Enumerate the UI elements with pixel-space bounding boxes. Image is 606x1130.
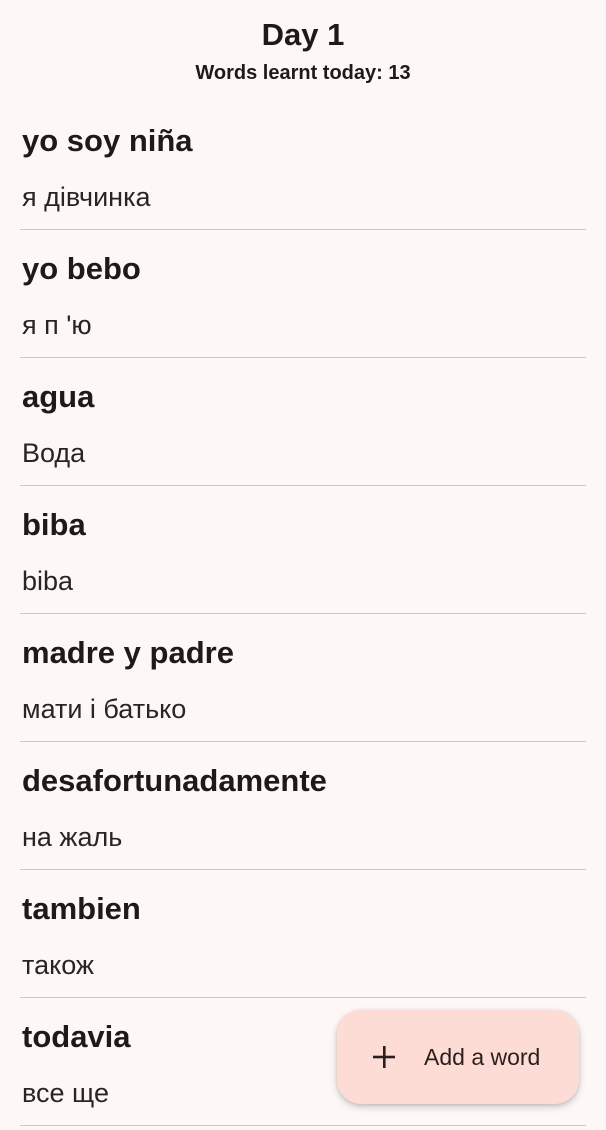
word-translation: на жаль [22,822,123,852]
word-translation: Вода [22,438,86,468]
word-term: yo soy niña [22,123,193,158]
word-term: desafortunadamente [22,763,327,798]
list-item[interactable]: madre y padre мати і батько [20,614,586,742]
add-word-button[interactable]: Add a word [337,1010,579,1104]
word-term: biba [22,507,86,542]
word-term: todavia [22,1019,131,1054]
plus-icon [371,1044,397,1070]
word-translation: також [22,950,94,980]
page-title: Day 1 [261,17,345,52]
list-item[interactable]: yo bebo я п 'ю [20,230,586,358]
list-item[interactable]: agua Вода [20,358,586,486]
word-term: agua [22,379,95,414]
word-term: tambien [22,891,141,926]
word-translation: я п 'ю [22,310,92,340]
list-item[interactable]: yo soy niña я дівчинка [20,102,586,230]
word-translation: я дівчинка [22,182,151,212]
words-learnt-counter: Words learnt today: 13 [195,62,411,84]
word-translation: мати і батько [22,694,187,724]
word-list: yo soy niña я дівчинка yo bebo я п 'ю ag… [20,102,586,1126]
word-translation: все ще [22,1078,109,1108]
word-term: madre y padre [22,635,234,670]
word-translation: biba [22,566,74,596]
word-term: yo bebo [22,251,141,286]
list-item[interactable]: tambien також [20,870,586,998]
header: Day 1 Words learnt today: 13 [0,0,606,100]
list-item[interactable]: desafortunadamente на жаль [20,742,586,870]
list-item[interactable]: biba biba [20,486,586,614]
add-word-label: Add a word [424,1044,541,1070]
